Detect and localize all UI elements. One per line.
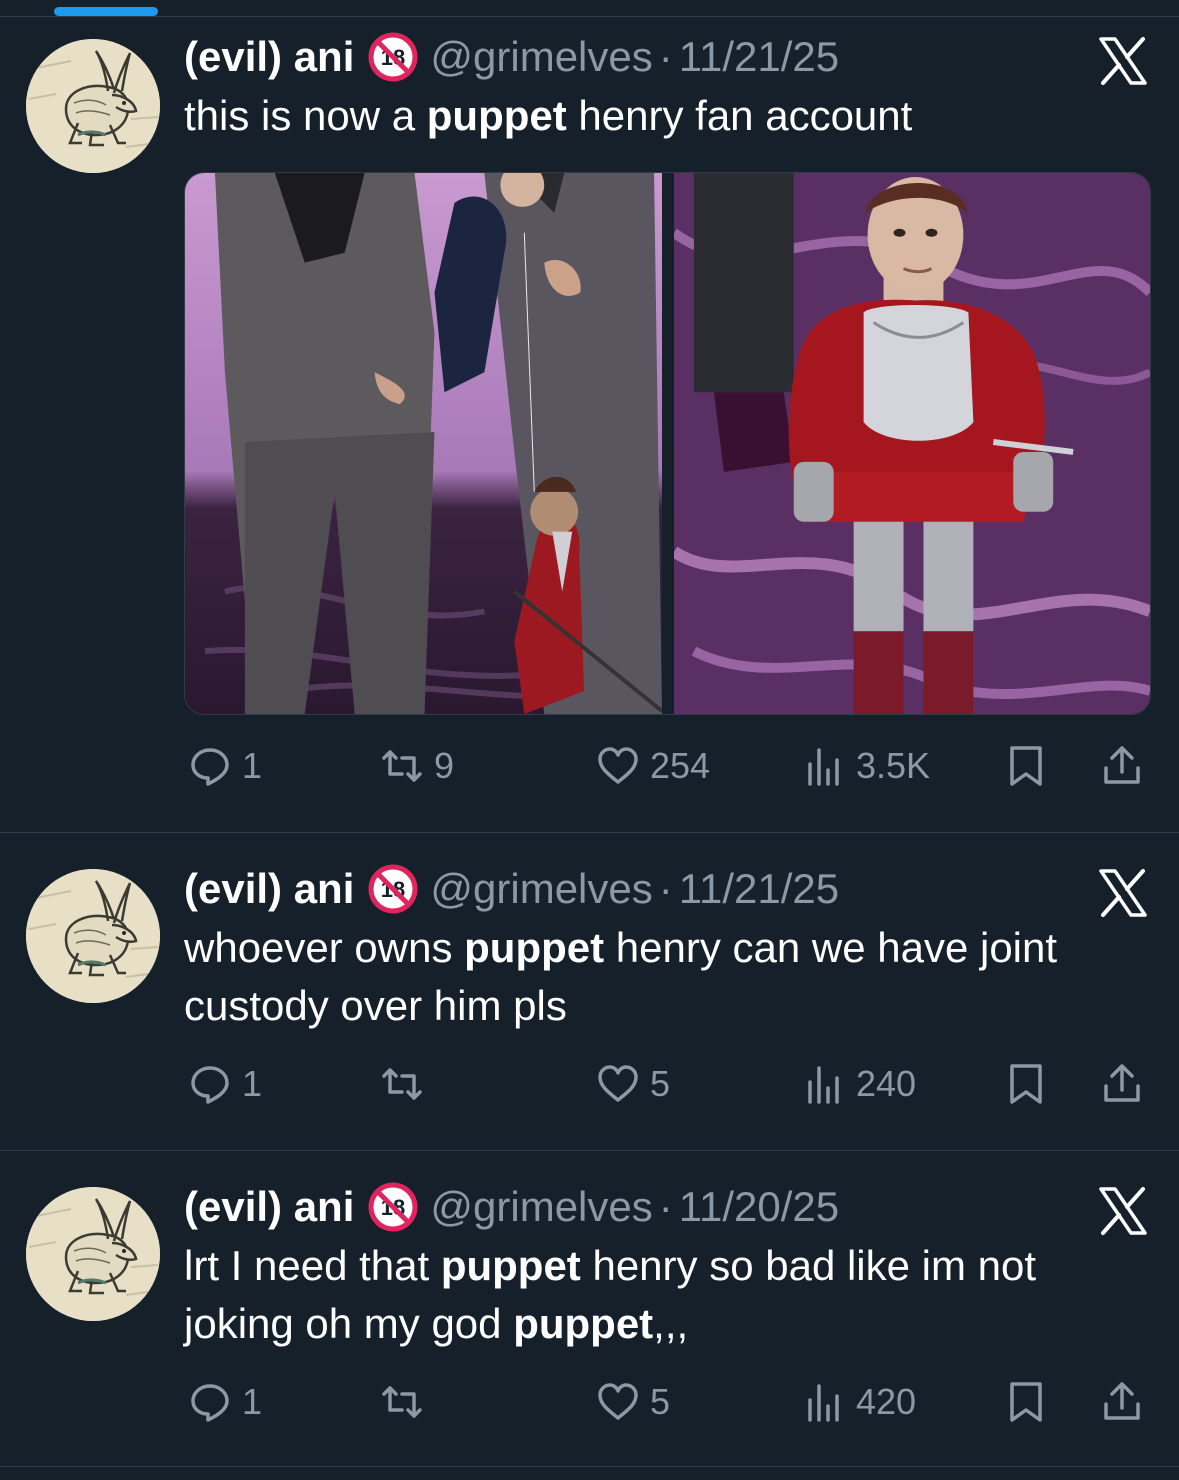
no-under-18-icon: 18 [368, 32, 418, 82]
tweet-header: (evil) ani 18 @grimelves · 11/20/25 [184, 1177, 839, 1237]
retweet-arrows-icon [382, 1068, 422, 1100]
retweet-button[interactable] [380, 1059, 434, 1109]
bookmark-button[interactable] [1004, 1059, 1048, 1109]
tweet-actions: 1 9 254 3.5K [184, 741, 1154, 791]
bookmark-button[interactable] [1004, 741, 1048, 791]
retweet-arrows-icon [382, 750, 422, 782]
user-handle[interactable]: @grimelves [430, 33, 652, 81]
no-under-18-icon: 18 [368, 1182, 418, 1232]
like-button[interactable]: 5 [596, 1059, 670, 1109]
reply-button[interactable]: 1 [188, 741, 262, 791]
share-upload-icon [1104, 746, 1140, 784]
tweet[interactable]: (evil) ani 18 @grimelves · 11/20/25 lrt … [0, 1151, 1179, 1464]
like-count: 5 [650, 1063, 671, 1104]
tweet-date[interactable]: 11/20/25 [679, 1183, 839, 1231]
text-part: this is now a [184, 92, 427, 139]
photo-man-in-suit-with-marionette[interactable] [185, 173, 663, 714]
bar-chart-icon [808, 1066, 839, 1104]
tweet-date[interactable]: 11/21/25 [679, 865, 839, 913]
reply-button[interactable]: 1 [188, 1059, 262, 1109]
bookmark-icon [1010, 1064, 1042, 1104]
text-bold: puppet [440, 1242, 581, 1289]
bar-chart-icon [808, 1384, 839, 1422]
x-logo-icon[interactable] [1097, 1185, 1149, 1237]
active-tab-indicator [54, 7, 158, 16]
display-name[interactable]: (evil) ani [184, 33, 354, 81]
user-handle[interactable]: @grimelves [430, 865, 652, 913]
separator-dot: · [658, 865, 673, 912]
retweet-count: 9 [434, 745, 455, 786]
tweet-header: (evil) ani 18 @grimelves · 11/21/25 [184, 859, 839, 919]
bookmark-button[interactable] [1004, 1377, 1048, 1427]
text-part: lrt I need that [184, 1242, 441, 1289]
like-button[interactable]: 254 [596, 741, 710, 791]
tweet-text: whoever owns puppet henry can we have jo… [184, 919, 1144, 1035]
share-button[interactable] [1100, 741, 1144, 791]
retweet-button[interactable]: 9 [380, 741, 454, 791]
reply-count: 1 [242, 1381, 263, 1422]
heart-icon [598, 1383, 638, 1420]
avatar[interactable] [26, 1187, 160, 1321]
reply-button[interactable]: 1 [188, 1377, 262, 1427]
heart-icon [598, 1065, 638, 1102]
retweet-arrows-icon [382, 1386, 422, 1418]
text-part: ,,, [653, 1300, 689, 1347]
tweet-text: this is now a puppet henry fan account [184, 87, 1144, 145]
speech-bubble-icon [191, 1384, 229, 1422]
retweet-button[interactable] [380, 1377, 434, 1427]
media-gap [662, 173, 674, 714]
text-bold: puppet [426, 92, 567, 139]
avatar[interactable] [26, 869, 160, 1003]
speech-bubble-icon [191, 748, 229, 786]
tweet-header: (evil) ani 18 @grimelves · 11/21/25 [184, 27, 839, 87]
speech-bubble-icon [191, 1066, 229, 1104]
reply-count: 1 [242, 745, 263, 786]
reply-count: 1 [242, 1063, 263, 1104]
share-upload-icon [1104, 1064, 1140, 1102]
no-under-18-icon: 18 [368, 864, 418, 914]
tweet-date[interactable]: 11/21/25 [679, 33, 839, 81]
share-button[interactable] [1100, 1059, 1144, 1109]
separator-dot: · [658, 33, 673, 80]
separator-dot: · [658, 1183, 673, 1230]
view-count: 240 [856, 1063, 917, 1104]
divider [0, 1466, 1179, 1467]
tweet-media[interactable] [184, 172, 1151, 715]
x-logo-icon[interactable] [1097, 867, 1149, 919]
share-upload-icon [1104, 1382, 1140, 1420]
tweet[interactable]: (evil) ani 18 @grimelves · 11/21/25 this… [0, 17, 1179, 832]
text-bold: puppet [513, 1300, 654, 1347]
tweet[interactable]: (evil) ani 18 @grimelves · 11/21/25 whoe… [0, 833, 1179, 1150]
x-logo-icon[interactable] [1097, 35, 1149, 87]
avatar[interactable] [26, 39, 160, 173]
rabbit-drawing [26, 1187, 160, 1321]
user-handle[interactable]: @grimelves [430, 1183, 652, 1231]
bookmark-icon [1010, 746, 1042, 786]
like-count: 5 [650, 1381, 671, 1422]
timeline: (evil) ani 18 @grimelves · 11/21/25 this… [0, 0, 1179, 1480]
share-button[interactable] [1100, 1377, 1144, 1427]
view-count: 420 [856, 1381, 917, 1422]
display-name[interactable]: (evil) ani [184, 865, 354, 913]
like-count: 254 [650, 745, 711, 786]
heart-icon [598, 747, 638, 784]
rabbit-drawing [26, 39, 160, 173]
views-button[interactable]: 240 [802, 1059, 916, 1109]
rabbit-drawing [26, 869, 160, 1003]
view-count: 3.5K [856, 745, 931, 786]
tweet-actions: 1 5 420 [184, 1377, 1154, 1427]
views-button[interactable]: 420 [802, 1377, 916, 1427]
text-part: whoever owns [184, 924, 465, 971]
text-bold: puppet [464, 924, 605, 971]
bar-chart-icon [808, 748, 839, 786]
photo-puppet-henry-in-armor[interactable] [673, 173, 1150, 714]
like-button[interactable]: 5 [596, 1377, 670, 1427]
tweet-actions: 1 5 240 [184, 1059, 1154, 1109]
views-button[interactable]: 3.5K [802, 741, 930, 791]
display-name[interactable]: (evil) ani [184, 1183, 354, 1231]
tweet-text: lrt I need that puppet henry so bad like… [184, 1237, 1144, 1353]
text-part: henry fan account [566, 92, 913, 139]
bookmark-icon [1010, 1382, 1042, 1422]
